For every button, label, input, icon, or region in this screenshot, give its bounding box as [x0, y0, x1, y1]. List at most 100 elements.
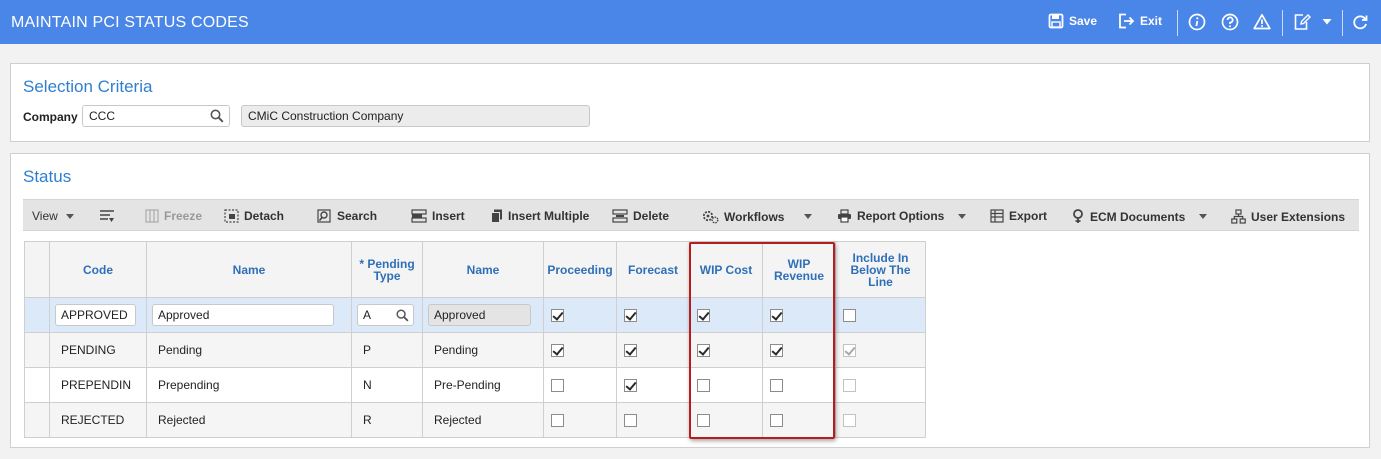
report-options-button[interactable]: Report Options: [837, 209, 944, 223]
column-header-label: Name: [232, 262, 266, 277]
proceeding-checkbox[interactable]: [551, 378, 564, 392]
export-label: Export: [1009, 209, 1048, 223]
proceeding-checkbox[interactable]: [551, 413, 564, 427]
column-header-label: WIP Cost: [699, 262, 753, 277]
wip-cost-checkbox[interactable]: [697, 343, 710, 357]
info-icon[interactable]: [1188, 13, 1206, 31]
row-selector[interactable]: [24, 402, 50, 438]
detach-button[interactable]: Detach: [224, 209, 284, 223]
freeze-button[interactable]: Freeze: [145, 209, 202, 223]
insert-multiple-label: Insert Multiple: [508, 209, 590, 223]
table-row[interactable]: PENDING Pending P Pending: [24, 332, 926, 368]
column-header-wip-cost[interactable]: WIP Cost: [689, 241, 763, 298]
exit-button[interactable]: Exit: [1118, 13, 1162, 29]
printer-icon: [838, 209, 851, 223]
ecm-documents-icon: [1073, 209, 1083, 223]
proceeding-checkbox[interactable]: [551, 308, 564, 322]
insert-multiple-icon: [491, 209, 502, 223]
chevron-down-icon[interactable]: [1321, 17, 1333, 27]
column-header-proceeding[interactable]: Proceeding: [543, 241, 617, 298]
pending-type-input[interactable]: A: [357, 304, 414, 326]
code-cell[interactable]: REJECTED: [49, 402, 147, 438]
name-cell[interactable]: Pending: [146, 332, 352, 368]
table-row[interactable]: REJECTED Rejected R Rejected: [24, 402, 926, 438]
forecast-checkbox[interactable]: [624, 413, 637, 427]
workflows-icon: [702, 210, 719, 224]
title-bar: MAINTAIN PCI STATUS CODES Save Exit: [0, 0, 1381, 44]
column-header-pending-type[interactable]: * Pending Type: [351, 241, 423, 298]
workflows-chevron-down-icon[interactable]: [804, 214, 812, 219]
user-extensions-icon: [1231, 209, 1246, 224]
wip-revenue-checkbox[interactable]: [770, 413, 783, 427]
wip-revenue-checkbox[interactable]: [770, 343, 783, 357]
user-extensions-button[interactable]: User Extensions: [1231, 209, 1345, 224]
workflows-button[interactable]: Workflows: [702, 209, 784, 224]
column-header-forecast[interactable]: Forecast: [616, 241, 690, 298]
pending-type-cell[interactable]: R: [351, 402, 423, 438]
pending-type-cell[interactable]: N: [351, 367, 423, 403]
status-panel: Status View Freeze Detach Search Insert …: [10, 153, 1370, 448]
table-row[interactable]: APPROVED Approved A Approved: [24, 297, 926, 333]
column-header-code[interactable]: Code: [49, 241, 147, 298]
code-input-value: APPROVED: [61, 308, 128, 322]
insert-label: Insert: [432, 209, 465, 223]
type-name-display: Approved: [428, 304, 531, 326]
type-name-cell: Pre-Pending: [422, 367, 544, 403]
company-code-value: CCC: [89, 109, 115, 123]
status-title: Status: [23, 167, 72, 186]
code-cell[interactable]: PENDING: [49, 332, 147, 368]
proceeding-checkbox[interactable]: [551, 343, 564, 357]
row-selector[interactable]: [24, 332, 50, 368]
forecast-checkbox[interactable]: [624, 378, 637, 392]
include-below-line-checkbox[interactable]: [843, 308, 856, 322]
column-header-label: Type: [373, 268, 401, 283]
name-cell[interactable]: Rejected: [146, 402, 352, 438]
column-header-wip-revenue[interactable]: WIP Revenue: [762, 241, 836, 298]
ecm-documents-button[interactable]: ECM Documents: [1071, 209, 1185, 224]
column-header-name[interactable]: Name: [146, 241, 352, 298]
warning-icon[interactable]: [1253, 13, 1271, 31]
edit-icon[interactable]: [1293, 13, 1311, 31]
save-label: Save: [1069, 14, 1098, 28]
save-button[interactable]: Save: [1048, 13, 1097, 29]
help-icon[interactable]: [1221, 13, 1239, 31]
refresh-icon[interactable]: [1351, 13, 1369, 31]
wip-cost-checkbox[interactable]: [697, 378, 710, 392]
code-input[interactable]: APPROVED: [55, 304, 136, 326]
table-row[interactable]: PREPENDIN Prepending N Pre-Pending: [24, 367, 926, 403]
column-settings-button[interactable]: [99, 209, 115, 223]
name-cell[interactable]: Prepending: [146, 367, 352, 403]
row-selector[interactable]: [24, 367, 50, 403]
forecast-checkbox[interactable]: [624, 343, 637, 357]
pending-type-cell[interactable]: P: [351, 332, 423, 368]
insert-multiple-button[interactable]: Insert Multiple: [491, 209, 589, 223]
company-code-field[interactable]: CCC: [82, 105, 230, 127]
delete-label: Delete: [633, 209, 670, 223]
ecm-documents-chevron-down-icon[interactable]: [1199, 214, 1207, 219]
view-chevron-down-icon[interactable]: [66, 214, 74, 219]
wip-revenue-checkbox[interactable]: [770, 308, 783, 322]
column-header-label: Revenue: [773, 268, 825, 283]
search-icon[interactable]: [210, 109, 224, 123]
column-header-include-below-line[interactable]: Include In Below The Line: [835, 241, 926, 298]
report-options-chevron-down-icon[interactable]: [958, 214, 966, 219]
code-cell[interactable]: PREPENDIN: [49, 367, 147, 403]
column-header-type-name[interactable]: Name: [422, 241, 544, 298]
wip-revenue-checkbox[interactable]: [770, 378, 783, 392]
forecast-checkbox[interactable]: [624, 308, 637, 322]
wip-cost-checkbox[interactable]: [697, 413, 710, 427]
delete-button[interactable]: Delete: [612, 209, 669, 223]
row-selector[interactable]: [24, 297, 50, 333]
export-button[interactable]: Export: [990, 209, 1047, 223]
insert-button[interactable]: Insert: [411, 209, 465, 223]
search-icon[interactable]: [396, 309, 409, 322]
search-button[interactable]: Search: [317, 209, 377, 223]
company-label: Company: [23, 110, 78, 124]
name-input[interactable]: Approved: [152, 304, 334, 326]
workflows-label: Workflows: [724, 209, 785, 224]
wip-cost-checkbox[interactable]: [697, 308, 710, 322]
view-menu[interactable]: View: [32, 209, 58, 223]
delete-icon: [612, 209, 628, 223]
exit-icon: [1119, 13, 1135, 29]
row-selector-header: [24, 241, 50, 298]
